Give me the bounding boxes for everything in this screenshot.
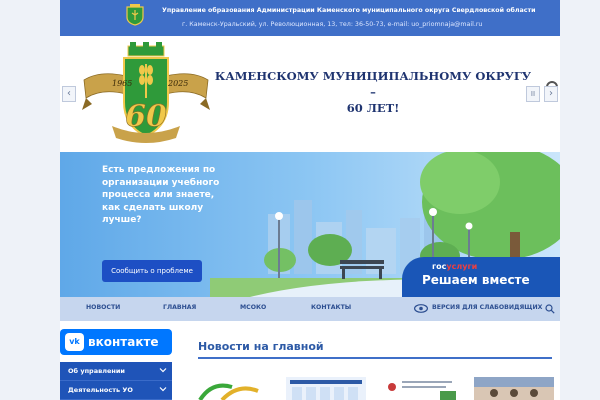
year-start-label: 1965 [112, 79, 132, 88]
contact-address: г. Каменск-Уральский, ул. Революционная,… [182, 21, 483, 28]
slider-prev-button[interactable]: ‹ [62, 86, 76, 102]
vk-logo-icon: vk [65, 333, 84, 351]
anniversary-banner: ‹ 1965 2025 60 КАМЕНСКОМУ МУНИЦИПАЛЬНОМУ… [60, 36, 560, 148]
slider-pause-button[interactable]: II [526, 86, 540, 102]
headline-line-1: КАМЕНСКОМУ МУНИЦИПАЛЬНОМУ ОКРУГУ – [214, 69, 532, 99]
side-menu: Об управлении Деятельность УО [60, 362, 172, 400]
coat-of-arms-icon [126, 4, 144, 26]
chevron-down-icon [159, 387, 167, 392]
anniversary-number: 60 [125, 99, 167, 134]
page: Управление образования Администрации Кам… [60, 0, 560, 400]
side-menu-label: Об управлении [68, 367, 125, 375]
chevron-down-icon [159, 368, 167, 373]
nav-item-news[interactable]: НОВОСТИ [86, 304, 120, 311]
side-menu-item-activity[interactable]: Деятельность УО [60, 381, 172, 400]
anniversary-emblem-icon: 1965 2025 60 [82, 42, 210, 143]
vk-link[interactable]: vk вконтакте [60, 329, 172, 355]
banner-headline: КАМЕНСКОМУ МУНИЦИПАЛЬНОМУ ОКРУГУ – 60 ЛЕ… [212, 68, 534, 116]
search-icon[interactable] [545, 304, 555, 314]
promo-slogan: Решаем вместе [422, 273, 530, 287]
news-thumbnail-3[interactable] [380, 377, 460, 400]
brand-gos: гос [432, 262, 447, 271]
news-section-title: Новости на главной [198, 340, 324, 353]
accessibility-version-link[interactable]: ВЕРСИЯ ДЛЯ СЛАБОВИДЯЩИХ [432, 304, 542, 311]
feedback-promo-banner[interactable]: Есть предложения по организации учебного… [60, 152, 560, 297]
news-divider [198, 357, 552, 359]
site-header: Управление образования Администрации Кам… [60, 0, 560, 36]
news-thumbnail-2[interactable] [286, 377, 366, 400]
promo-text: Есть предложения по организации учебного… [102, 165, 220, 225]
headline-line-2: 60 ЛЕТ! [346, 101, 400, 115]
slider-next-button[interactable]: › [544, 86, 558, 102]
report-problem-button[interactable]: Сообщить о проблеме [102, 260, 202, 282]
eye-icon[interactable] [414, 304, 428, 313]
gosuslugi-logo: госуслуги [432, 262, 477, 271]
main-nav: НОВОСТИ ГЛАВНАЯ МСОКО КОНТАКТЫ ВЕРСИЯ ДЛ… [60, 297, 560, 321]
brand-uslugi: услуги [446, 262, 478, 271]
organization-name: Управление образования Администрации Кам… [162, 7, 536, 14]
nav-item-contacts[interactable]: КОНТАКТЫ [311, 304, 351, 311]
side-menu-label: Деятельность УО [68, 386, 133, 394]
vk-label: вконтакте [88, 335, 159, 349]
side-menu-item-about[interactable]: Об управлении [60, 362, 172, 381]
year-end-label: 2025 [167, 79, 188, 88]
nav-item-home[interactable]: ГЛАВНАЯ [163, 304, 196, 311]
news-thumbnail-4[interactable] [474, 377, 554, 400]
news-thumbnail-1[interactable] [192, 377, 272, 400]
nav-item-msoko[interactable]: МСОКО [240, 304, 266, 311]
